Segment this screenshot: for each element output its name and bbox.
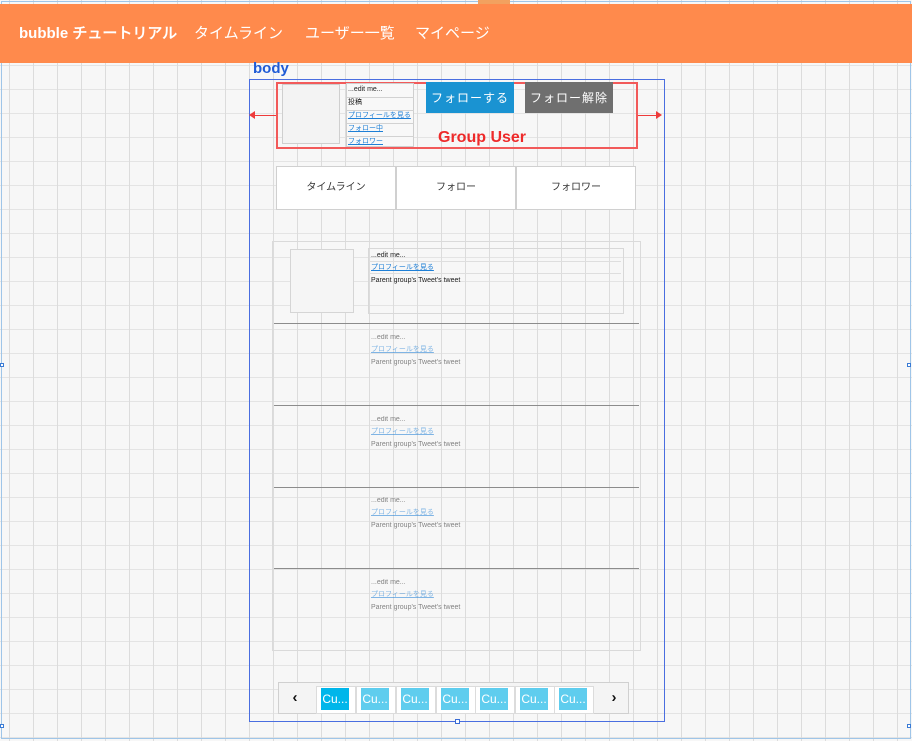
page-cell: Cu...	[475, 686, 515, 714]
page-button-6[interactable]: Cu...	[520, 688, 548, 710]
tweet-text: Parent group's Tweet's tweet	[371, 604, 461, 611]
tweet-content-group: ...edit me... プロフィールを見る Parent group's T…	[368, 575, 624, 641]
follow-button[interactable]: フォローする	[426, 82, 514, 113]
nav-user-list[interactable]: ユーザー一覧	[305, 25, 395, 43]
tweet-text: Parent group's Tweet's tweet	[371, 359, 461, 366]
page-cell: Cu...	[436, 686, 476, 714]
tweet-profile-link[interactable]: プロフィールを見る	[371, 427, 434, 436]
user-avatar-image[interactable]	[282, 84, 340, 144]
tab-timeline[interactable]: タイムライン	[276, 166, 396, 210]
nav-timeline[interactable]: タイムライン	[194, 25, 283, 43]
page-button-5[interactable]: Cu...	[480, 688, 508, 710]
tweet-profile-link[interactable]: プロフィールを見る	[371, 508, 434, 517]
tweet-text: Parent group's Tweet's tweet	[371, 277, 461, 284]
brand-title[interactable]: bubble チュートリアル	[19, 25, 177, 43]
group-resize-line-right	[638, 115, 657, 116]
page-button-3[interactable]: Cu...	[401, 688, 429, 710]
tweet-user-avatar[interactable]	[290, 413, 354, 477]
body-element-label: body	[253, 60, 289, 77]
tab-following[interactable]: フォロー	[396, 166, 516, 210]
tweet-content-group: ...edit me... プロフィールを見る Parent group's T…	[368, 330, 624, 396]
page-resize-handle-bottom-right[interactable]	[907, 724, 911, 728]
header-bar: bubble チュートリアル タイムライン ユーザー一覧 マイページ	[0, 4, 912, 63]
tweet-user-name: ...edit me...	[371, 416, 406, 423]
following-link[interactable]: フォロー中	[347, 123, 414, 137]
tweet-user-avatar[interactable]	[290, 249, 354, 313]
page-button-4[interactable]: Cu...	[441, 688, 469, 710]
tweet-content-group: ...edit me... プロフィールを見る Parent group's T…	[368, 248, 624, 314]
row-divider	[369, 261, 621, 262]
page-cell: Cu...	[554, 686, 594, 714]
pagination-bar: ‹ Cu... Cu... Cu... Cu... Cu... Cu... Cu…	[278, 682, 629, 714]
page-resize-handle-right[interactable]	[907, 363, 911, 367]
tweet-text: Parent group's Tweet's tweet	[371, 441, 461, 448]
page-cell: Cu...	[356, 686, 396, 714]
tweet-content-group: ...edit me... プロフィールを見る Parent group's T…	[368, 493, 624, 559]
tweet-row[interactable]: ...edit me... プロフィールを見る Parent group's T…	[274, 569, 639, 650]
tab-followers[interactable]: フォロワー	[516, 166, 636, 210]
tweet-row[interactable]: ...edit me... プロフィールを見る Parent group's T…	[274, 324, 639, 406]
post-link-text[interactable]: 投稿	[347, 97, 414, 111]
page-resize-handle-bottom-left[interactable]	[0, 724, 4, 728]
nav-my-page[interactable]: マイページ	[415, 25, 490, 43]
chevron-right-icon[interactable]: ›	[606, 688, 622, 708]
page-cell: Cu...	[515, 686, 555, 714]
unfollow-button[interactable]: フォロー解除	[525, 82, 613, 113]
followers-link[interactable]: フォロワー	[347, 136, 414, 149]
tweet-profile-link[interactable]: プロフィールを見る	[371, 590, 434, 599]
resize-arrow-right-icon[interactable]	[656, 111, 662, 119]
page-button-1[interactable]: Cu...	[321, 688, 349, 710]
tweet-user-avatar[interactable]	[290, 494, 354, 558]
view-profile-link[interactable]: プロフィールを見る	[347, 110, 414, 124]
tweet-row[interactable]: ...edit me... プロフィールを見る Parent group's T…	[274, 242, 639, 324]
tweet-user-name: ...edit me...	[371, 334, 406, 341]
page-button-7[interactable]: Cu...	[559, 688, 587, 710]
chevron-left-icon[interactable]: ‹	[287, 688, 303, 708]
user-name-text: ...edit me...	[347, 84, 414, 98]
tweet-user-avatar[interactable]	[290, 331, 354, 395]
user-info-list: ...edit me... 投稿 プロフィールを見る フォロー中 フォロワー	[346, 83, 414, 147]
tweet-repeating-group: ...edit me... プロフィールを見る Parent group's T…	[272, 241, 641, 651]
page-resize-handle-left[interactable]	[0, 363, 4, 367]
row-divider	[369, 273, 621, 274]
page-cell: Cu...	[396, 686, 436, 714]
tweet-user-name: ...edit me...	[371, 497, 406, 504]
page-cell: Cu...	[316, 686, 356, 714]
body-resize-handle-bottom[interactable]	[455, 719, 460, 724]
tweet-row[interactable]: ...edit me... プロフィールを見る Parent group's T…	[274, 406, 639, 488]
tweet-profile-link[interactable]: プロフィールを見る	[371, 263, 434, 272]
page-button-2[interactable]: Cu...	[361, 688, 389, 710]
tweet-user-avatar[interactable]	[290, 576, 354, 640]
tweet-content-group: ...edit me... プロフィールを見る Parent group's T…	[368, 412, 624, 478]
resize-arrow-left-icon[interactable]	[249, 111, 255, 119]
tweet-user-name: ...edit me...	[371, 252, 406, 259]
group-user-label: Group User	[438, 129, 527, 146]
tweet-profile-link[interactable]: プロフィールを見る	[371, 345, 434, 354]
tweet-text: Parent group's Tweet's tweet	[371, 522, 461, 529]
tweet-user-name: ...edit me...	[371, 579, 406, 586]
tweet-row[interactable]: ...edit me... プロフィールを見る Parent group's T…	[274, 487, 639, 569]
group-resize-line-left	[255, 115, 276, 116]
